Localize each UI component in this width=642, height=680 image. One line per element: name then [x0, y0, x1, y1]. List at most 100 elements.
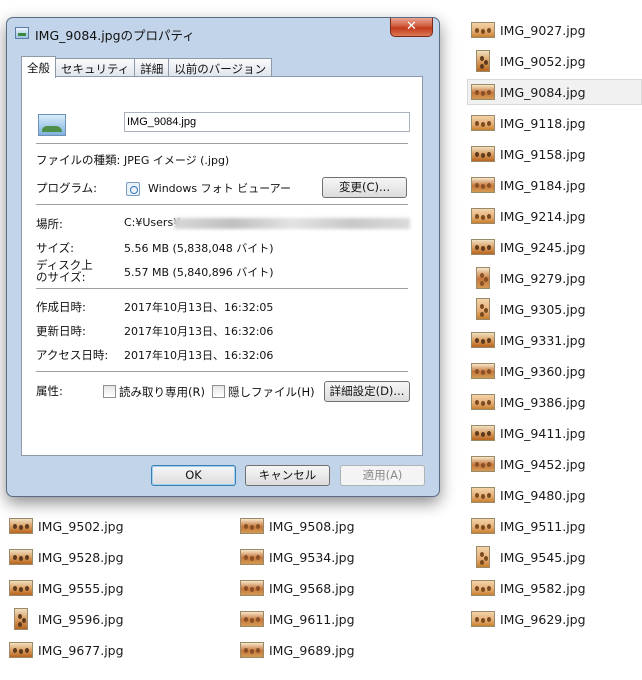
file-item[interactable]: IMG_9534.jpg — [236, 544, 396, 570]
tab-bar: 全般 セキュリティ 詳細 以前のバージョン — [21, 56, 273, 78]
divider — [36, 143, 408, 144]
image-thumbnail-icon — [471, 239, 495, 255]
file-item[interactable]: IMG_9411.jpg — [467, 420, 642, 446]
image-thumbnail-icon — [471, 425, 495, 441]
created-label: 作成日時: — [36, 300, 86, 314]
file-name-label: IMG_9568.jpg — [269, 580, 355, 596]
file-item[interactable]: IMG_9545.jpg — [467, 544, 627, 570]
image-file-icon — [15, 27, 29, 39]
image-thumbnail-icon — [240, 549, 264, 565]
tab-security[interactable]: セキュリティ — [55, 58, 136, 77]
file-item[interactable]: IMG_9158.jpg — [467, 141, 642, 167]
image-thumbnail-icon — [471, 363, 495, 379]
cancel-button[interactable]: キャンセル — [245, 465, 330, 486]
image-thumbnail-icon — [471, 580, 495, 596]
file-name-label: IMG_9689.jpg — [269, 642, 355, 658]
file-item[interactable]: IMG_9331.jpg — [467, 327, 642, 353]
file-item[interactable]: IMG_9502.jpg — [5, 513, 165, 539]
file-item[interactable]: IMG_9214.jpg — [467, 203, 642, 229]
hidden-label[interactable]: 隠しファイル(H) — [228, 384, 315, 400]
file-item[interactable]: IMG_9555.jpg — [5, 575, 165, 601]
file-item[interactable]: IMG_9480.jpg — [467, 482, 642, 508]
hidden-checkbox[interactable] — [212, 385, 225, 398]
image-thumbnail-icon — [476, 50, 490, 72]
disk-size-value: 5.57 MB (5,840,896 バイト) — [124, 266, 274, 279]
location-value: C:¥Users¥ — [124, 216, 181, 229]
file-item[interactable]: IMG_9568.jpg — [236, 575, 396, 601]
file-item[interactable]: IMG_9452.jpg — [467, 451, 642, 477]
file-name-label: IMG_9596.jpg — [38, 611, 124, 627]
file-item[interactable]: IMG_9689.jpg — [236, 637, 396, 663]
file-name-label: IMG_9245.jpg — [500, 239, 586, 255]
file-item[interactable]: IMG_9629.jpg — [467, 606, 627, 632]
image-thumbnail-icon — [471, 518, 495, 534]
file-item[interactable]: IMG_9052.jpg — [467, 48, 642, 74]
file-item[interactable]: IMG_9582.jpg — [467, 575, 627, 601]
readonly-checkbox[interactable] — [103, 385, 116, 398]
file-name-label: IMG_9158.jpg — [500, 146, 586, 162]
image-thumbnail-icon — [471, 84, 495, 100]
image-thumbnail-icon — [471, 487, 495, 503]
image-thumbnail-icon — [476, 267, 490, 289]
tab-details[interactable]: 詳細 — [134, 58, 170, 77]
location-label: 場所: — [36, 217, 63, 231]
file-item[interactable]: IMG_9184.jpg — [467, 172, 642, 198]
image-thumbnail-icon — [471, 115, 495, 131]
accessed-value: 2017年10月13日、16:32:06 — [124, 349, 274, 362]
file-name-label: IMG_9452.jpg — [500, 456, 586, 472]
file-item[interactable]: IMG_9084.jpg — [467, 79, 642, 105]
file-name-label: IMG_9480.jpg — [500, 487, 586, 503]
file-name-label: IMG_9052.jpg — [500, 53, 586, 69]
image-thumbnail-icon — [471, 208, 495, 224]
file-name-label: IMG_9118.jpg — [500, 115, 586, 131]
file-item[interactable]: IMG_9245.jpg — [467, 234, 642, 260]
file-item[interactable]: IMG_9677.jpg — [5, 637, 165, 663]
file-item[interactable]: IMG_9528.jpg — [5, 544, 165, 570]
file-name-label: IMG_9502.jpg — [38, 518, 124, 534]
file-name-label: IMG_9582.jpg — [500, 580, 586, 596]
file-item[interactable]: IMG_9027.jpg — [467, 17, 642, 43]
tab-general[interactable]: 全般 — [21, 56, 56, 78]
program-label: プログラム: — [36, 181, 98, 195]
image-thumbnail-icon — [471, 177, 495, 193]
divider — [36, 371, 408, 372]
change-program-button[interactable]: 変更(C)... — [322, 177, 407, 198]
ok-button[interactable]: OK — [151, 465, 236, 486]
file-name-label: IMG_9305.jpg — [500, 301, 586, 317]
apply-button[interactable]: 適用(A) — [340, 465, 425, 486]
file-name-label: IMG_9629.jpg — [500, 611, 586, 627]
file-item[interactable]: IMG_9305.jpg — [467, 296, 642, 322]
size-label: サイズ: — [36, 241, 75, 255]
file-name-label: IMG_9508.jpg — [269, 518, 355, 534]
image-thumbnail-icon — [9, 642, 33, 658]
created-value: 2017年10月13日、16:32:05 — [124, 301, 274, 314]
image-file-icon — [38, 114, 66, 136]
modified-value: 2017年10月13日、16:32:06 — [124, 325, 274, 338]
file-item[interactable]: IMG_9386.jpg — [467, 389, 642, 415]
file-name-label: IMG_9555.jpg — [38, 580, 124, 596]
file-item[interactable]: IMG_9118.jpg — [467, 110, 642, 136]
tab-previous-versions[interactable]: 以前のバージョン — [168, 58, 273, 77]
file-name-label: IMG_9677.jpg — [38, 642, 124, 658]
file-item[interactable]: IMG_9508.jpg — [236, 513, 396, 539]
modified-label: 更新日時: — [36, 324, 86, 338]
image-thumbnail-icon — [9, 518, 33, 534]
file-item[interactable]: IMG_9279.jpg — [467, 265, 642, 291]
advanced-button[interactable]: 詳細設定(D)... — [324, 381, 410, 402]
image-thumbnail-icon — [471, 332, 495, 348]
file-item[interactable]: IMG_9511.jpg — [467, 513, 627, 539]
close-button[interactable]: ✕ — [390, 18, 433, 37]
readonly-label[interactable]: 読み取り専用(R) — [119, 384, 205, 400]
photo-viewer-icon — [126, 182, 140, 196]
file-item[interactable]: IMG_9596.jpg — [5, 606, 165, 632]
image-thumbnail-icon — [14, 608, 28, 630]
image-thumbnail-icon — [476, 298, 490, 320]
file-item[interactable]: IMG_9360.jpg — [467, 358, 642, 384]
dialog-titlebar[interactable]: IMG_9084.jpgのプロパティ ✕ — [7, 18, 439, 48]
file-name-label: IMG_9214.jpg — [500, 208, 586, 224]
accessed-label: アクセス日時: — [36, 348, 109, 362]
file-name-field[interactable] — [124, 112, 410, 132]
file-item[interactable]: IMG_9611.jpg — [236, 606, 396, 632]
divider — [36, 288, 408, 289]
file-name-label: IMG_9386.jpg — [500, 394, 586, 410]
